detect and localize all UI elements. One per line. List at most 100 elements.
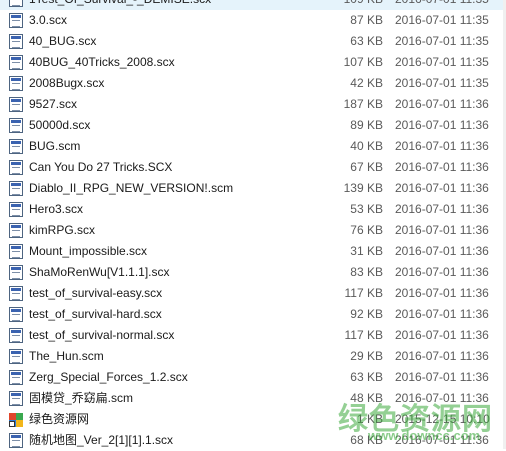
shortcut-icon (9, 412, 23, 427)
file-name: test_of_survival-easy.scx (29, 286, 163, 300)
file-name: 9527.scx (29, 97, 78, 111)
file-name: Diablo_II_RPG_NEW_VERSION!.scm (29, 181, 234, 195)
file-row[interactable]: Mount_impossible.scx 31 KB 2016-07-01 11… (0, 241, 506, 262)
file-row[interactable]: kimRPG.scx 76 KB 2016-07-01 11:36 (0, 220, 506, 241)
file-date: 2016-07-01 11:35 (395, 13, 489, 27)
file-date: 2016-07-01 11:36 (395, 202, 489, 216)
file-date: 2016-07-01 11:36 (395, 370, 489, 384)
file-size: 117 KB (344, 328, 383, 342)
file-size: 67 KB (350, 160, 383, 174)
file-row[interactable]: 9527.scx 187 KB 2016-07-01 11:36 (0, 94, 506, 115)
file-row[interactable]: 固模贷_乔窈扁.scm 48 KB 2016-07-01 11:36 (0, 388, 506, 409)
file-list: 1Test_Of_Survival_-_DEMISE.scx 109 KB 20… (0, 0, 506, 451)
file-name: 绿色资源网 (29, 412, 90, 426)
file-row[interactable]: 50000d.scx 89 KB 2016-07-01 11:36 (0, 115, 506, 136)
file-date: 2016-07-01 11:36 (395, 286, 489, 300)
file-size: 63 KB (350, 34, 383, 48)
file-name: Hero3.scx (29, 202, 84, 216)
file-icon (9, 118, 23, 133)
file-icon (9, 265, 23, 280)
file-icon (9, 244, 23, 259)
file-size: 89 KB (350, 118, 383, 132)
file-icon (9, 55, 23, 70)
file-name: test_of_survival-normal.scx (29, 328, 175, 342)
file-size: 42 KB (350, 76, 383, 90)
file-icon (9, 391, 23, 406)
file-date: 2016-07-01 11:36 (395, 349, 489, 363)
file-date: 2016-07-01 11:36 (395, 181, 489, 195)
file-row[interactable]: 1Test_Of_Survival_-_DEMISE.scx 109 KB 20… (0, 0, 506, 10)
file-name: 40_BUG.scx (29, 34, 97, 48)
file-name: 50000d.scx (29, 118, 91, 132)
file-icon (9, 370, 23, 385)
file-date: 2015-12-15 10:10 (395, 412, 490, 426)
file-icon (9, 349, 23, 364)
file-size: 63 KB (350, 370, 383, 384)
file-date: 2016-07-01 11:36 (395, 307, 489, 321)
file-name: BUG.scm (29, 139, 81, 153)
file-date: 2016-07-01 11:35 (395, 0, 489, 10)
file-name: 固模贷_乔窈扁.scm (29, 391, 134, 405)
file-icon (9, 307, 23, 322)
file-row[interactable]: Can You Do 27 Tricks.SCX 67 KB 2016-07-0… (0, 157, 506, 178)
file-date: 2016-07-01 11:36 (395, 160, 489, 174)
file-size: 53 KB (350, 202, 383, 216)
file-row[interactable]: test_of_survival-easy.scx 117 KB 2016-07… (0, 283, 506, 304)
file-row[interactable]: 40BUG_40Tricks_2008.scx 107 KB 2016-07-0… (0, 52, 506, 73)
file-icon (9, 13, 23, 28)
file-icon (9, 0, 23, 7)
file-date: 2016-07-01 11:35 (395, 55, 489, 69)
file-size: 31 KB (350, 244, 383, 258)
file-date: 2016-07-01 11:36 (395, 139, 489, 153)
file-row[interactable]: BUG.scm 40 KB 2016-07-01 11:36 (0, 136, 506, 157)
file-icon (9, 97, 23, 112)
file-size: 83 KB (350, 265, 383, 279)
file-name: 40BUG_40Tricks_2008.scx (29, 55, 175, 69)
file-date: 2016-07-01 11:36 (395, 433, 489, 447)
file-date: 2016-07-01 11:36 (395, 265, 489, 279)
file-row[interactable]: test_of_survival-hard.scx 92 KB 2016-07-… (0, 304, 506, 325)
file-row[interactable]: Hero3.scx 53 KB 2016-07-01 11:36 (0, 199, 506, 220)
file-icon (9, 286, 23, 301)
file-date: 2016-07-01 11:36 (395, 391, 489, 405)
file-date: 2016-07-01 11:36 (395, 328, 489, 342)
file-icon (9, 34, 23, 49)
file-icon (9, 328, 23, 343)
file-name: 2008Bugx.scx (29, 76, 105, 90)
file-date: 2016-07-01 11:36 (395, 97, 489, 111)
file-icon (9, 223, 23, 238)
file-icon (9, 433, 23, 448)
file-name: The_Hun.scm (29, 349, 104, 363)
file-size: 1 KB (356, 412, 383, 426)
file-date: 2016-07-01 11:36 (395, 223, 489, 237)
file-name: Zerg_Special_Forces_1.2.scx (29, 370, 188, 384)
file-row[interactable]: 3.0.scx 87 KB 2016-07-01 11:35 (0, 10, 506, 31)
file-size: 187 KB (343, 97, 383, 111)
file-date: 2016-07-01 11:35 (395, 76, 489, 90)
file-name: Mount_impossible.scx (29, 244, 148, 258)
file-row[interactable]: Diablo_II_RPG_NEW_VERSION!.scm 139 KB 20… (0, 178, 506, 199)
file-icon (9, 139, 23, 154)
file-row[interactable]: test_of_survival-normal.scx 117 KB 2016-… (0, 325, 506, 346)
file-size: 40 KB (350, 139, 383, 153)
file-row[interactable]: 40_BUG.scx 63 KB 2016-07-01 11:35 (0, 31, 506, 52)
file-size: 117 KB (344, 286, 383, 300)
file-row[interactable]: Zerg_Special_Forces_1.2.scx 63 KB 2016-0… (0, 367, 506, 388)
file-name: 3.0.scx (29, 13, 68, 27)
file-name: Can You Do 27 Tricks.SCX (29, 160, 173, 174)
file-size: 68 KB (350, 433, 383, 447)
file-size: 48 KB (350, 391, 383, 405)
file-row[interactable]: 2008Bugx.scx 42 KB 2016-07-01 11:35 (0, 73, 506, 94)
file-date: 2016-07-01 11:35 (395, 34, 489, 48)
file-size: 107 KB (343, 55, 383, 69)
file-row[interactable]: ShaMoRenWu[V1.1.1].scx 83 KB 2016-07-01 … (0, 262, 506, 283)
file-date: 2016-07-01 11:36 (395, 118, 489, 132)
file-row[interactable]: 绿色资源网 1 KB 2015-12-15 10:10 (0, 409, 506, 430)
file-name: ShaMoRenWu[V1.1.1].scx (29, 265, 170, 279)
file-name: kimRPG.scx (29, 223, 95, 237)
file-name: 1Test_Of_Survival_-_DEMISE.scx (29, 0, 211, 10)
file-row[interactable]: 随机地图_Ver_2[1][1].1.scx 68 KB 2016-07-01 … (0, 430, 506, 451)
file-size: 29 KB (350, 349, 383, 363)
file-row[interactable]: The_Hun.scm 29 KB 2016-07-01 11:36 (0, 346, 506, 367)
file-name: test_of_survival-hard.scx (29, 307, 162, 321)
